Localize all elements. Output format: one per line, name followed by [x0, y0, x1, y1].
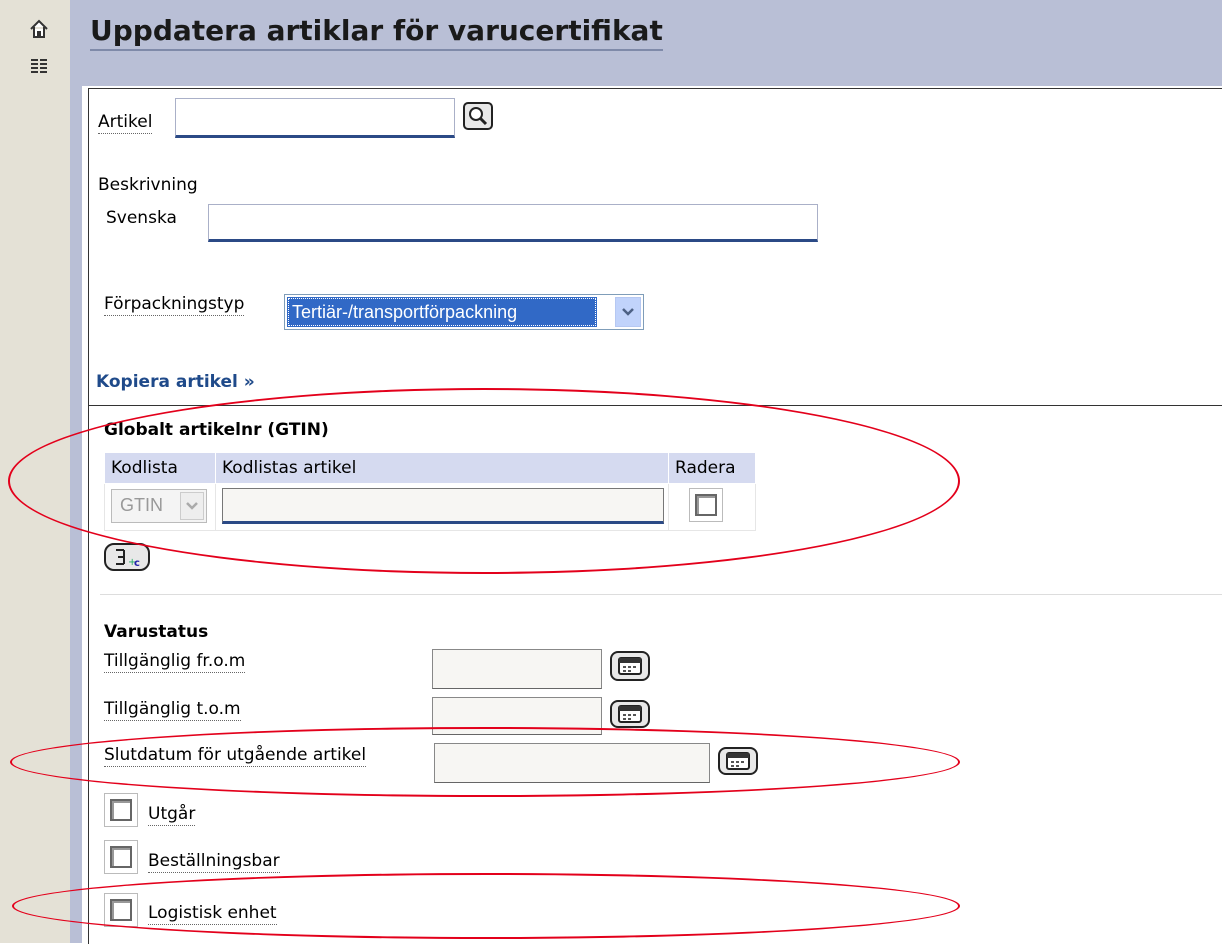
bestallningsbar-label: Beställningsbar [148, 851, 280, 873]
forpackningstyp-selected-value: Tertiär-/transportförpackning [287, 297, 597, 327]
chevron-down-icon[interactable] [615, 297, 641, 327]
tillganglig-from-label: Tillgänglig fr.o.m [104, 651, 246, 673]
section-divider [100, 594, 1222, 595]
artikel-label: Artikel [98, 112, 153, 134]
calendar-button[interactable] [610, 651, 650, 681]
utgar-checkbox[interactable] [110, 799, 132, 821]
page-header: Uppdatera artiklar för varucertifikat [82, 0, 1222, 86]
calendar-icon [618, 705, 642, 723]
page-title: Uppdatera artiklar för varucertifikat [90, 14, 663, 51]
svenska-description-input[interactable] [208, 204, 818, 242]
magnifier-icon [469, 107, 488, 126]
highlight-ellipse-slutdatum [10, 727, 960, 797]
home-icon[interactable] [28, 18, 50, 40]
calendar-button[interactable] [610, 700, 650, 728]
bestallningsbar-checkbox[interactable] [110, 846, 132, 868]
highlight-ellipse-logistisk [12, 873, 960, 939]
highlight-ellipse-gtin [8, 388, 960, 574]
svenska-label: Svenska [106, 208, 177, 228]
calendar-icon [618, 657, 642, 675]
utgar-label: Utgår [148, 804, 196, 826]
kopiera-artikel-link[interactable]: Kopiera artikel » [96, 372, 255, 392]
tillganglig-tom-label: Tillgänglig t.o.m [104, 699, 241, 721]
add-row-icon: + c [116, 549, 140, 569]
list-menu-icon[interactable] [28, 56, 50, 78]
forpackningstyp-select[interactable]: Tertiär-/transportförpackning [284, 294, 644, 330]
search-button[interactable] [463, 102, 493, 130]
varustatus-heading: Varustatus [104, 622, 209, 642]
forpackningstyp-label: Förpackningstyp [104, 294, 245, 316]
add-row-button[interactable]: + c [104, 543, 150, 571]
artikel-input[interactable] [175, 98, 455, 138]
tillganglig-from-input[interactable] [432, 649, 602, 689]
svg-text:c: c [134, 558, 140, 569]
beskrivning-label: Beskrivning [98, 175, 198, 195]
